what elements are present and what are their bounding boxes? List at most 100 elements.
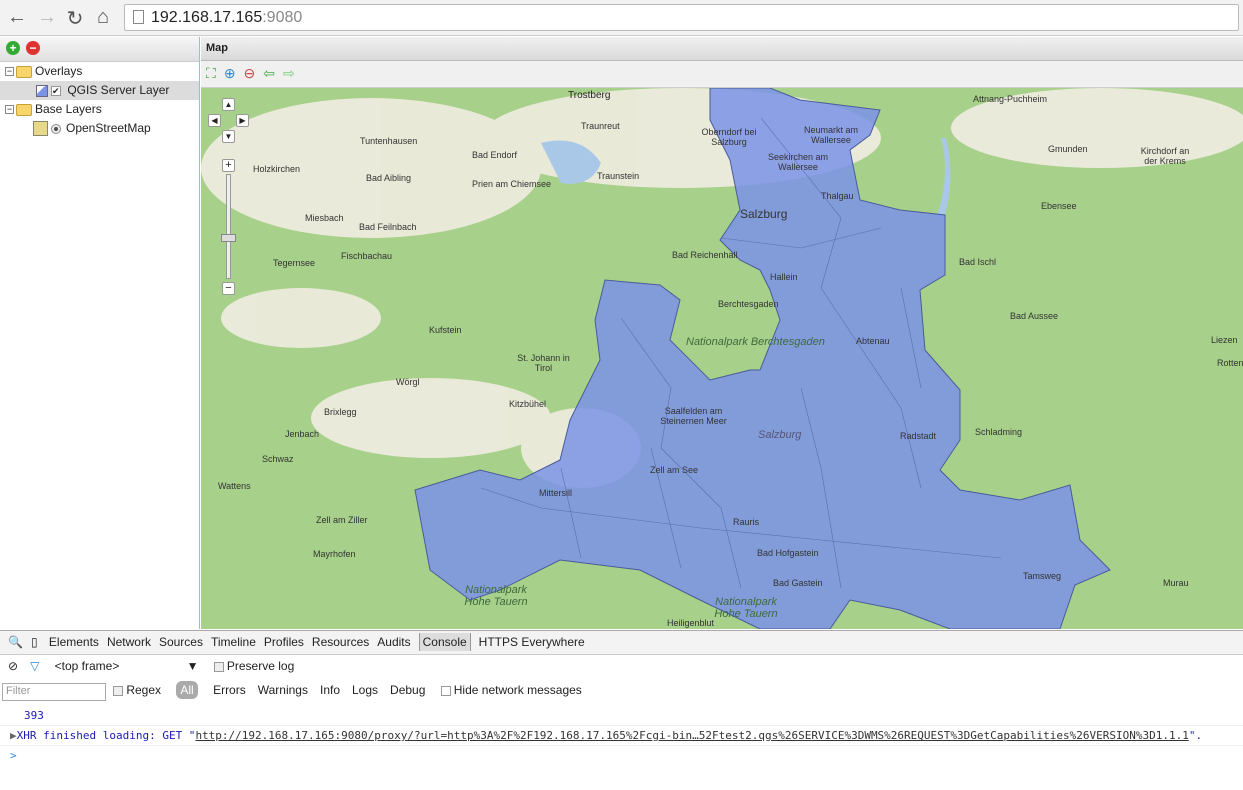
park-label: Nationalpark Berchtesgaden	[686, 336, 825, 348]
pan-right-icon[interactable]: ▶	[236, 114, 249, 127]
place-label: Seekirchen am Wallersee	[767, 152, 829, 172]
zoom-slider-track[interactable]	[226, 174, 231, 279]
place-label: Schladming	[975, 427, 1023, 437]
place-label: Tegernsee	[273, 258, 316, 268]
node-label: Overlays	[35, 64, 83, 78]
filter-icon[interactable]: ▽	[30, 659, 39, 673]
tab-network[interactable]: Network	[107, 635, 151, 649]
page-icon	[133, 10, 144, 24]
expand-icon[interactable]: ▶	[10, 729, 17, 742]
remove-layer-icon[interactable]: −	[26, 41, 40, 55]
home-icon[interactable]: ⌂	[92, 6, 114, 29]
place-label: Tamsweg	[1023, 571, 1062, 581]
layer-checkbox[interactable]: ✔	[51, 85, 61, 96]
place-label: Bad Aussee	[1010, 311, 1059, 321]
search-icon[interactable]: 🔍	[8, 635, 23, 649]
tab-resources[interactable]: Resources	[312, 635, 369, 649]
next-view-icon[interactable]: ⇨	[283, 65, 295, 81]
place-label: Prien am Chiemsee	[472, 179, 552, 189]
pan-up-icon[interactable]: ▲	[222, 98, 235, 111]
layer-icon	[36, 84, 48, 97]
console-toolbar: ⊘ ▽ <top frame> ▼ Preserve log	[0, 655, 1243, 679]
previous-view-icon[interactable]: ⇦	[263, 65, 275, 81]
xhr-suffix: ".	[1188, 729, 1203, 742]
pan-left-icon[interactable]: ◀	[208, 114, 221, 127]
place-label: Gmunden	[1048, 144, 1088, 154]
place-label: Rotten	[1217, 358, 1243, 368]
filter-input[interactable]: Filter	[2, 683, 106, 701]
preserve-log-label: Preserve log	[226, 659, 295, 673]
level-debug[interactable]: Debug	[390, 683, 425, 697]
reload-icon[interactable]: ↻	[64, 6, 86, 31]
level-all[interactable]: All	[176, 681, 198, 699]
place-label: Liezen	[1211, 335, 1238, 345]
map-canvas[interactable]: Trostberg Attnang-Puchheim Traunreut Obe…	[201, 88, 1243, 629]
place-label: Holzkirchen	[253, 164, 301, 174]
place-label: Saalfelden am Steinernen Meer	[660, 406, 727, 426]
hide-network-checkbox[interactable]	[440, 685, 451, 696]
tab-timeline[interactable]: Timeline	[211, 635, 256, 649]
place-label: Fischbachau	[341, 251, 393, 261]
console-prompt[interactable]: >	[0, 746, 1243, 766]
tree-node-qgis-layer[interactable]: ✔ QGIS Server Layer	[0, 81, 199, 100]
zoom-in-button[interactable]: +	[222, 159, 235, 172]
tab-elements[interactable]: Elements	[49, 635, 99, 649]
collapse-icon[interactable]: −	[5, 67, 14, 77]
node-label: OpenStreetMap	[66, 121, 151, 135]
zoom-out-button[interactable]: −	[222, 282, 235, 295]
zoom-out-icon[interactable]: ⊖	[244, 65, 256, 81]
place-label: Mayrhofen	[313, 549, 356, 559]
map-toolbar: ⛶ ⊕ ⊖ ⇦ ⇨	[201, 61, 1243, 88]
regex-checkbox[interactable]	[113, 685, 124, 696]
tree-node-overlays[interactable]: − Overlays	[0, 62, 199, 81]
region-label: Salzburg	[758, 429, 802, 441]
level-info[interactable]: Info	[320, 683, 340, 697]
place-label: Mittersill	[539, 488, 572, 498]
place-label: Kitzbühel	[509, 399, 547, 409]
dropdown-icon[interactable]: ▼	[187, 659, 199, 673]
level-logs[interactable]: Logs	[352, 683, 378, 697]
forward-icon[interactable]: →	[36, 6, 58, 29]
tab-https-everywhere[interactable]: HTTPS Everywhere	[479, 635, 585, 649]
place-label: Wattens	[218, 481, 251, 491]
zoom-slider-handle[interactable]	[221, 234, 236, 242]
filter-bar: Filter Regex All Errors Warnings Info Logs D…	[0, 679, 1243, 703]
back-icon[interactable]: ←	[6, 6, 28, 29]
pan-down-icon[interactable]: ▼	[222, 130, 235, 143]
tree-toolbar: + −	[0, 37, 199, 62]
place-label: Bad Aibling	[366, 173, 412, 183]
place-label: Bad Feilnbach	[359, 222, 417, 232]
tree-node-base-layers[interactable]: − Base Layers	[0, 100, 199, 119]
folder-icon	[16, 65, 32, 78]
tree-node-osm[interactable]: OpenStreetMap	[0, 119, 199, 138]
tab-console[interactable]: Console	[418, 633, 471, 651]
address-bar[interactable]: 192.168.17.165:9080	[124, 4, 1239, 31]
zoom-in-icon[interactable]: ⊕	[224, 65, 236, 81]
browser-toolbar: ← → ↻ ⌂ 192.168.17.165:9080	[0, 0, 1243, 36]
collapse-icon[interactable]: −	[5, 105, 14, 115]
preserve-log-checkbox[interactable]	[213, 661, 224, 672]
add-layer-icon[interactable]: +	[6, 41, 20, 55]
place-label: Zell am Ziller	[316, 515, 368, 525]
place-label: Traunreut	[581, 121, 620, 131]
tab-sources[interactable]: Sources	[159, 635, 203, 649]
map-svg	[201, 88, 1243, 629]
level-errors[interactable]: Errors	[213, 683, 246, 697]
device-icon[interactable]: ▯	[31, 635, 38, 649]
place-label: Oberndorf bei Salzburg	[701, 127, 757, 147]
place-label: Miesbach	[305, 213, 344, 223]
zoom-extent-icon[interactable]: ⛶	[206, 65, 216, 81]
layer-radio[interactable]	[51, 123, 61, 134]
level-warnings[interactable]: Warnings	[258, 683, 308, 697]
frame-select[interactable]: <top frame>	[55, 659, 175, 673]
tab-audits[interactable]: Audits	[377, 635, 410, 649]
xhr-url-link[interactable]: http://192.168.17.165:9080/proxy/?url=ht…	[195, 729, 1188, 742]
place-label: Ebensee	[1041, 201, 1077, 211]
node-label: QGIS Server Layer	[67, 83, 170, 97]
clear-icon[interactable]: ⊘	[8, 659, 18, 673]
place-label: Bad Hofgastein	[757, 548, 819, 558]
tab-profiles[interactable]: Profiles	[264, 635, 304, 649]
console-xhr-message[interactable]: ▶XHR finished loading: GET "http://192.1…	[0, 726, 1243, 746]
map-panel-title: Map	[201, 37, 1243, 61]
place-label: Wörgl	[396, 377, 420, 387]
